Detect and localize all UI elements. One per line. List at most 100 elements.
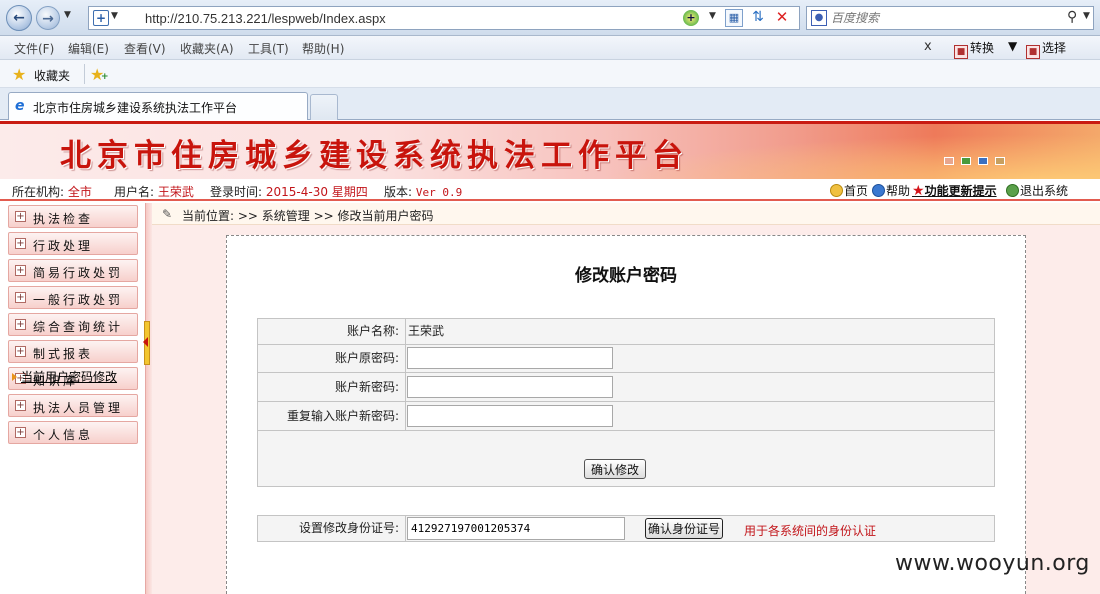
account-name-value: 王荣武 (408, 324, 445, 338)
convert-button[interactable]: ■ 转换 (954, 39, 994, 59)
help-link[interactable]: 帮助 (872, 182, 910, 199)
home-link[interactable]: 首页 (830, 182, 868, 199)
tab-title: 北京市住房城乡建设系统执法工作平台 (33, 101, 238, 115)
confirm-id-button[interactable]: 确认身份证号 (645, 518, 724, 539)
new-tab-button[interactable] (310, 94, 338, 120)
sidebar-item-label: 个人信息 (33, 428, 94, 442)
sidebar-item-reports[interactable]: + 制式报表 (8, 340, 138, 363)
expand-icon: + (15, 346, 26, 357)
home-icon (830, 184, 843, 197)
version-info: 版本: Ver 0.9 (384, 183, 462, 200)
edit-icon: ✎ (162, 207, 173, 221)
sidebar-item-query-stats[interactable]: + 综合查询统计 (8, 313, 138, 336)
menubar-close-button[interactable]: x (924, 39, 932, 54)
sidebar-item-general-penalty[interactable]: + 一般行政处罚 (8, 286, 138, 309)
confirm-change-button[interactable]: 确认修改 (584, 459, 647, 479)
search-magnifier-icon[interactable]: ⚲ (1067, 9, 1077, 25)
help-label: 帮助 (886, 184, 911, 198)
user-info: 用户名: 王荣武 (114, 183, 194, 200)
pdf-convert-icon: ■ (954, 45, 968, 59)
menu-file[interactable]: 文件(F) (14, 40, 54, 57)
url-field[interactable]: + ▼ http://210.75.213.221/lespweb/Index.… (88, 6, 800, 30)
sidebar-item-admin-handling[interactable]: + 行政处理 (8, 232, 138, 255)
url-history-dropdown-icon[interactable]: ▼ (709, 11, 716, 21)
sidebar-subitem-change-password[interactable]: 当前用户密码修改 (21, 368, 117, 385)
id-hint-text: 用于各系统间的身份认证 (744, 524, 877, 538)
favorites-button[interactable]: 收藏夹 (34, 67, 70, 84)
old-password-label: 账户原密码: (258, 345, 406, 372)
logout-link[interactable]: 退出系统 (1006, 182, 1068, 199)
logout-label: 退出系统 (1020, 184, 1069, 198)
theme-swatch-icon[interactable] (995, 157, 1005, 165)
menu-tools[interactable]: 工具(T) (248, 40, 289, 57)
expand-icon: + (15, 238, 26, 249)
forward-button[interactable]: → (36, 6, 60, 30)
stop-icon[interactable]: ✕ (773, 9, 791, 27)
menu-view[interactable]: 查看(V) (124, 40, 166, 57)
login-label: 登录时间: (210, 185, 263, 199)
back-button[interactable]: ← (6, 5, 32, 31)
search-input[interactable] (831, 10, 1061, 26)
arrow-right-icon (12, 373, 17, 381)
sidebar-item-simple-penalty[interactable]: + 简易行政处罚 (8, 259, 138, 282)
theme-swatch-icon[interactable] (978, 157, 988, 165)
login-value: 2015-4-30 星期四 (265, 185, 368, 199)
version-label: 版本: (384, 185, 413, 199)
select-button[interactable]: ■ 选择 (1026, 39, 1066, 59)
theme-swatch-icon[interactable] (944, 157, 954, 165)
search-dropdown-icon[interactable]: ▼ (1083, 11, 1090, 21)
site-banner: 北京市住房城乡建设系统执法工作平台 (0, 121, 1100, 182)
expand-icon: + (15, 400, 26, 411)
row-confirm: 确认修改 (257, 430, 995, 487)
collapse-arrow-icon (143, 337, 148, 347)
sidebar-item-label: 制式报表 (33, 347, 94, 361)
refresh-icon[interactable]: ⇅ (749, 9, 767, 27)
menu-edit[interactable]: 编辑(E) (68, 40, 109, 57)
row-old-password: 账户原密码: (257, 344, 995, 373)
expand-icon: + (15, 292, 26, 303)
id-number-label: 设置修改身份证号: (258, 516, 406, 541)
page-title: 修改账户密码 (575, 266, 677, 286)
url-text[interactable]: http://210.75.213.221/lespweb/Index.aspx (145, 11, 386, 26)
logout-icon (1006, 184, 1019, 197)
sidebar-item-staff[interactable]: + 执法人员管理 (8, 394, 138, 417)
browser-tab-bar: e 北京市住房城乡建设系统执法工作平台 (0, 88, 1100, 120)
menu-favorites[interactable]: 收藏夹(A) (180, 40, 234, 57)
browser-address-bar: ← → ▼ + ▼ http://210.75.213.221/lespweb/… (0, 0, 1100, 36)
sidebar-item-label: 执法检查 (33, 212, 94, 226)
home-label: 首页 (844, 184, 869, 198)
expand-icon: + (15, 211, 26, 222)
favorites-separator (84, 64, 85, 84)
add-favorite-plus-icon: + (101, 72, 109, 82)
sidebar-item-inspection[interactable]: + 执法检查 (8, 205, 138, 228)
id-number-field[interactable] (407, 517, 625, 540)
theme-swatch-icon[interactable] (961, 157, 971, 165)
url-dropdown-icon[interactable]: ▼ (111, 11, 118, 21)
watermark: www.wooyun.org (895, 551, 1090, 576)
favorites-star-icon[interactable]: ★ (12, 65, 26, 84)
compat-view-icon[interactable]: + (683, 10, 699, 26)
search-box[interactable]: ● ⚲ ▼ (806, 6, 1094, 30)
sidebar: + 执法检查 + 行政处理 + 简易行政处罚 + 一般行政处罚 + 综合查询统计… (0, 203, 146, 594)
row-account-name: 账户名称: 王荣武 (257, 318, 995, 345)
tab-active[interactable]: e 北京市住房城乡建设系统执法工作平台 (8, 92, 308, 120)
sidebar-item-personal[interactable]: + 个人信息 (8, 421, 138, 444)
sidebar-item-label: 一般行政处罚 (33, 293, 124, 307)
new-password-field[interactable] (407, 376, 613, 398)
repeat-password-field[interactable] (407, 405, 613, 427)
updates-label: 功能更新提示 (924, 184, 997, 198)
expand-icon: + (15, 265, 26, 276)
expand-icon: + (15, 319, 26, 330)
history-dropdown-icon[interactable]: ▼ (64, 10, 71, 20)
version-value: Ver 0.9 (415, 186, 463, 199)
old-password-field[interactable] (407, 347, 613, 369)
menu-help[interactable]: 帮助(H) (302, 40, 344, 57)
compat-page-icon[interactable]: ▦ (725, 9, 743, 27)
user-value: 王荣武 (157, 185, 194, 199)
sidebar-item-label: 简易行政处罚 (33, 266, 124, 280)
convert-dropdown-icon[interactable]: ▼ (1008, 39, 1017, 53)
sidebar-item-label: 行政处理 (33, 239, 94, 253)
updates-link[interactable]: ★功能更新提示 (912, 182, 997, 199)
breadcrumb: ✎ 当前位置: >> 系统管理 >> 修改当前用户密码 (152, 203, 1100, 225)
user-label: 用户名: (114, 185, 155, 199)
